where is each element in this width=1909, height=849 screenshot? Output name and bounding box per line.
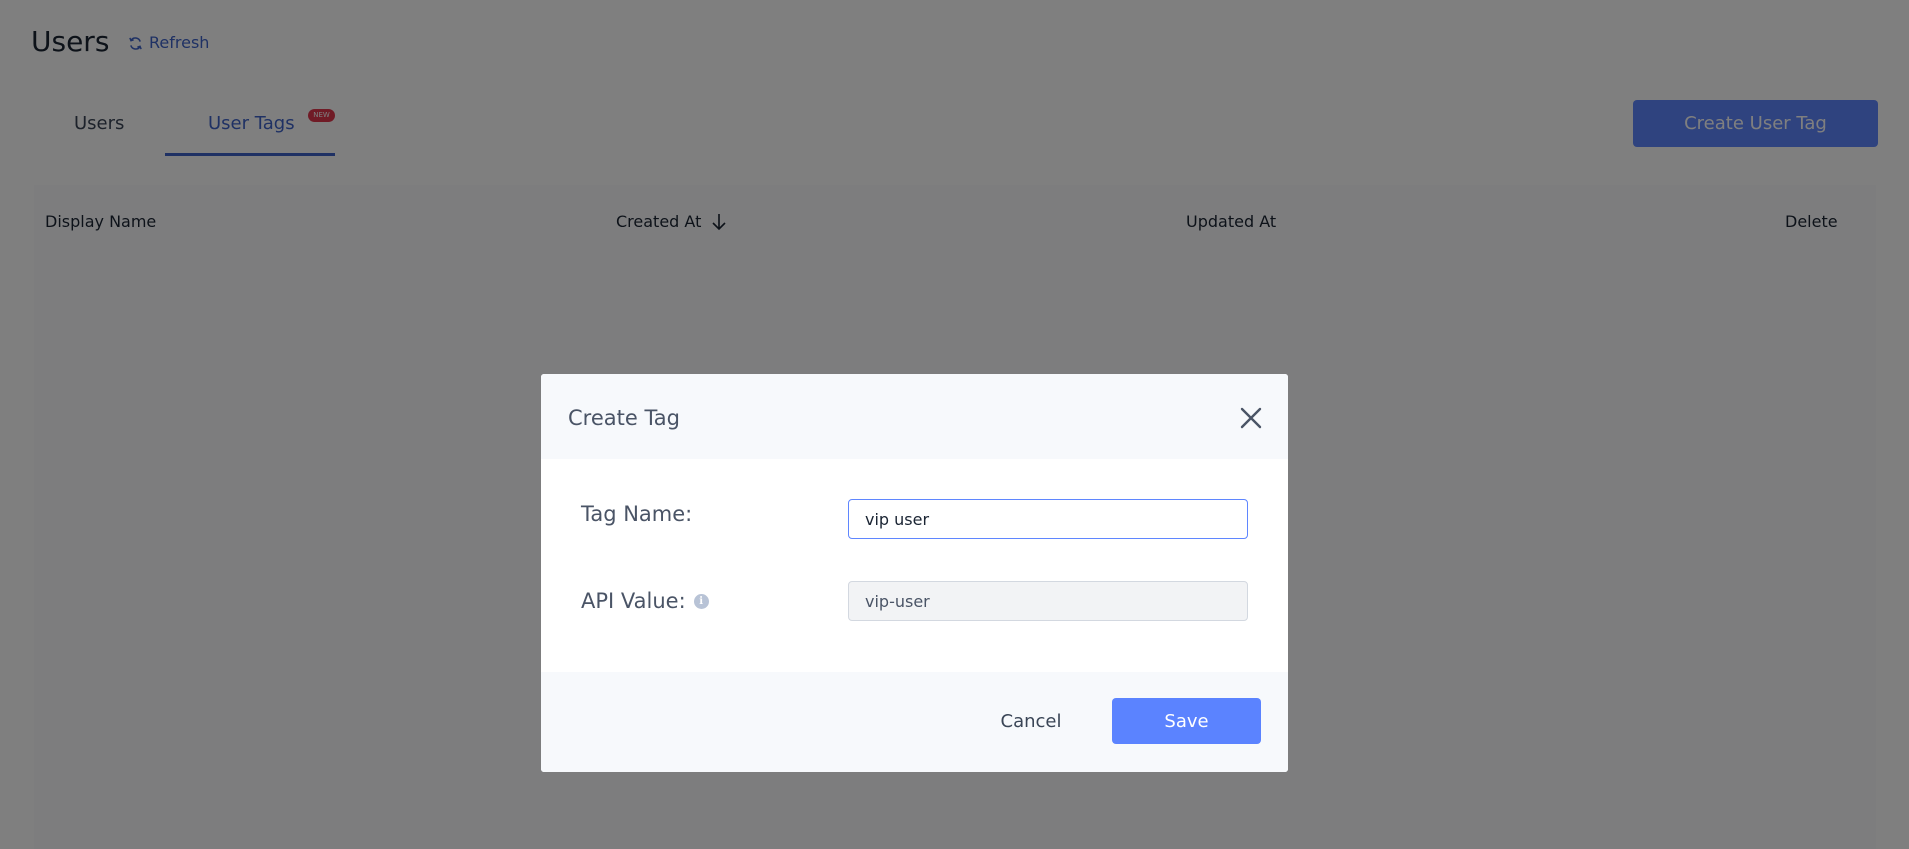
tag-name-label: Tag Name: — [581, 500, 692, 528]
api-value-input[interactable] — [848, 581, 1248, 621]
create-tag-dialog: Create Tag Tag Name: API Value: i Cancel… — [541, 374, 1288, 772]
cancel-button[interactable]: Cancel — [961, 698, 1101, 744]
page: Users Refresh Users User Tags NEW Create… — [0, 0, 1909, 849]
dialog-footer: Cancel Save — [541, 672, 1288, 772]
tag-name-input[interactable] — [848, 499, 1248, 539]
tag-name-label-text: Tag Name: — [581, 502, 693, 526]
dialog-body: Tag Name: API Value: i — [541, 459, 1288, 646]
dialog-title: Create Tag — [568, 406, 681, 430]
api-value-label-text: API Value: — [581, 589, 686, 613]
close-icon[interactable] — [1238, 405, 1264, 431]
info-icon[interactable]: i — [693, 593, 709, 609]
dialog-header: Create Tag — [541, 374, 1288, 459]
api-value-label: API Value: i — [581, 587, 709, 615]
save-button[interactable]: Save — [1112, 698, 1261, 744]
